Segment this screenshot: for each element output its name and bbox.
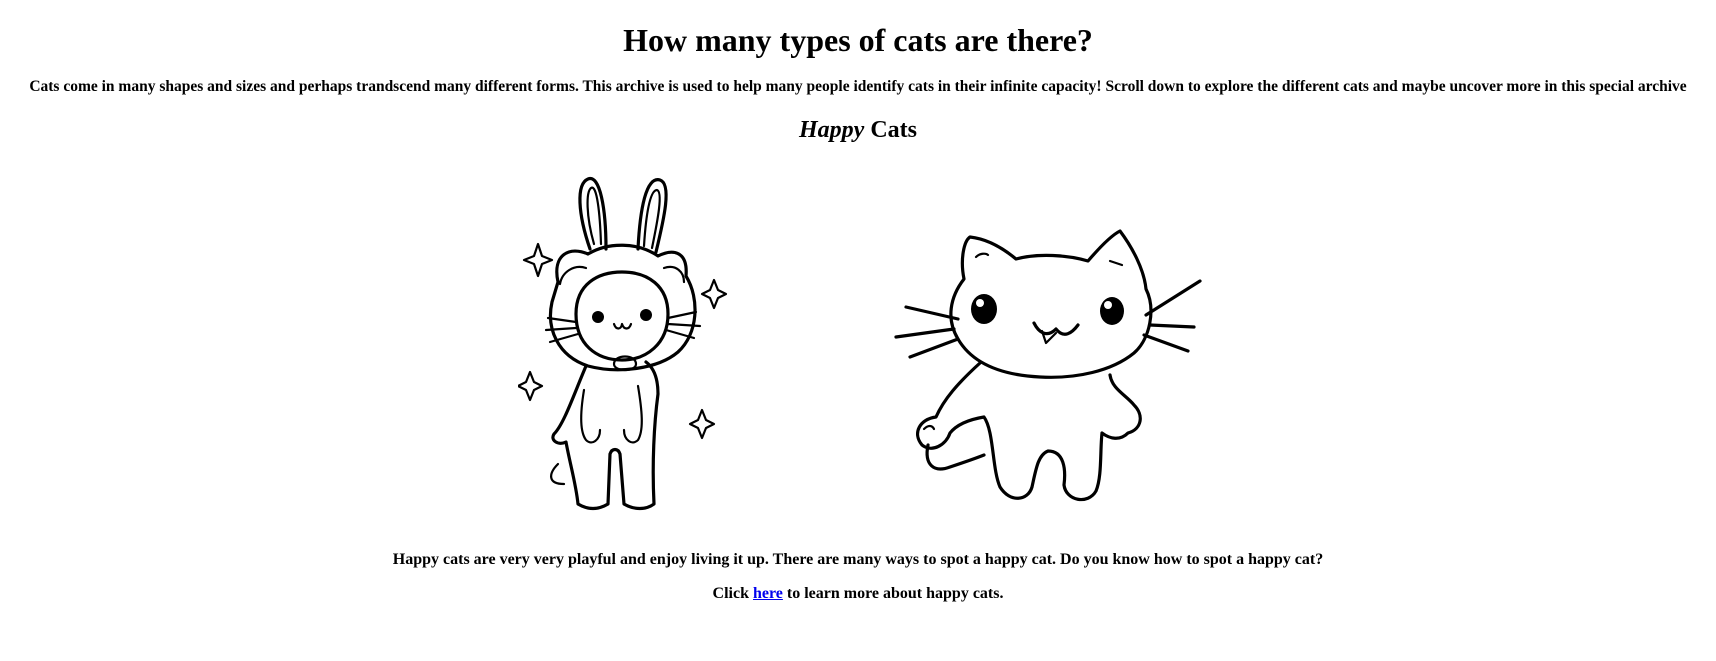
waving-cat-image [894,229,1202,502]
click-prefix: Click [712,585,753,602]
click-suffix: to learn more about happy cats. [782,585,1004,602]
cat-image-row [0,144,1716,544]
learn-more-line: Click here to learn more about happy cat… [0,584,1716,604]
section-title: Happy Cats [0,116,1716,144]
bunny-costume-cat-image [518,177,728,511]
page-title: How many types of cats are there? [623,22,1093,58]
intro-paragraph: Cats come in many shapes and sizes and p… [29,78,1687,95]
happy-cats-description: Happy cats are very very playful and enj… [392,551,1324,568]
learn-more-link[interactable]: here [753,585,783,602]
section-title-rest: Cats [864,117,917,143]
section-title-emphasis: Happy [799,117,865,143]
